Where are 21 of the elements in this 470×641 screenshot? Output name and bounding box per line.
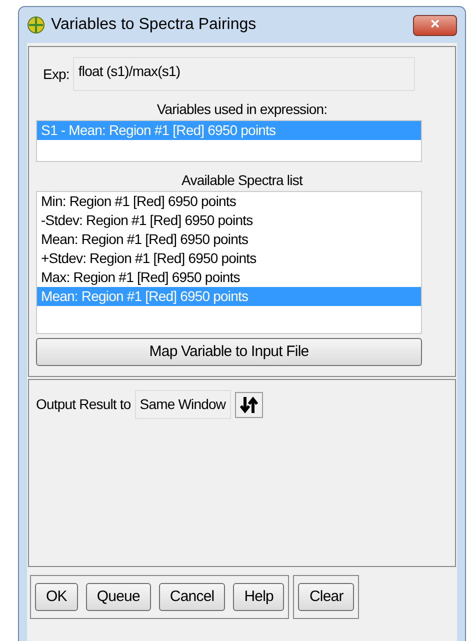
output-label: Output Result to: [36, 395, 131, 414]
variables-label: Variables used in expression:: [156, 100, 328, 119]
dialog-button[interactable]: Help: [233, 583, 284, 611]
map-variable-button[interactable]: Map Variable to Input File: [36, 338, 422, 366]
output-field[interactable]: Same Window: [134, 390, 231, 419]
dialog-button[interactable]: OK: [35, 583, 78, 611]
swap-button[interactable]: [234, 392, 263, 418]
app-icon: [27, 16, 45, 34]
list-item[interactable]: -Stdev: Region #1 [Red] 6950 points: [37, 211, 421, 230]
list-item[interactable]: Min: Region #1 [Red] 6950 points: [37, 192, 421, 211]
spectra-label: Available Spectra list: [180, 171, 304, 190]
expression-field[interactable]: float (s1)/max(s1): [73, 57, 416, 91]
list-item[interactable]: Max: Region #1 [Red] 6950 points: [37, 268, 421, 287]
dialog-button[interactable]: Clear: [298, 583, 354, 611]
swap-arrows-icon: [238, 394, 259, 414]
dialog-button[interactable]: Cancel: [158, 583, 226, 611]
expression-label: Exp:: [43, 64, 70, 84]
window-title: Variables to Spectra Pairings: [51, 15, 256, 35]
dialog-button[interactable]: Queue: [86, 583, 151, 611]
list-item[interactable]: +Stdev: Region #1 [Red] 6950 points: [37, 249, 421, 268]
list-item[interactable]: Mean: Region #1 [Red] 6950 points: [37, 230, 421, 249]
